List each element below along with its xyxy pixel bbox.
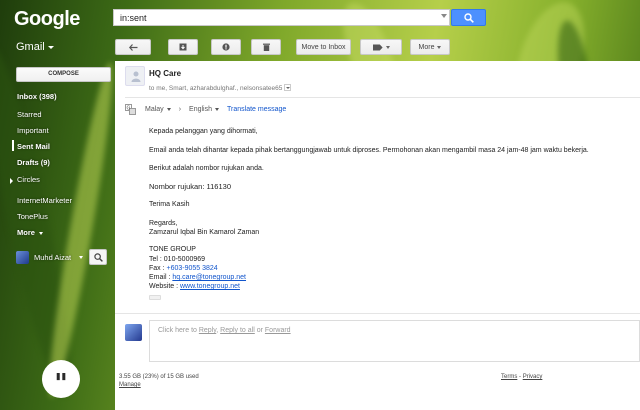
manage-storage-link[interactable]: Manage [119,382,141,388]
reply-sep-2: or [254,327,265,334]
more-actions-label: More [418,43,435,51]
email-label: Email : [149,274,173,281]
body-paragraph-2: Berikut adalah nombor rujukan anda. [149,165,264,172]
sender-name[interactable]: HQ Care [149,69,181,78]
back-button[interactable] [115,39,151,55]
sidebar-item-circles[interactable]: Circles [17,175,40,184]
storage-quota: 3.55 GB (23%) of 15 GB used [119,374,199,380]
translate-bar: G Malay › English Translate message [125,104,286,115]
sidebar-more-label: More [17,228,35,237]
reply-box[interactable]: Click here to Reply, Reply to all or For… [149,320,640,362]
chevron-down-icon [385,45,390,49]
reply-link[interactable]: Reply [199,327,216,334]
sidebar-item-starred[interactable]: Starred [17,110,42,119]
target-language-label: English [189,106,212,113]
body-greeting: Kepada pelanggan yang dihormati, [149,128,258,135]
search-icon [464,13,474,23]
chevron-down-icon [39,231,44,235]
archive-icon [179,43,187,51]
search-button[interactable] [451,9,486,26]
body-paragraph-1: Email anda telah dihantar kepada pihak b… [149,147,589,154]
labels-button[interactable] [360,39,402,55]
gmail-app-menu[interactable]: Gmail [16,41,54,53]
label-tag-icon [372,44,383,50]
reference-number: Nombor rujukan: 116130 [149,182,231,191]
user-name[interactable]: Muhd Aizat [34,253,71,262]
sidebar-item-toneplus[interactable]: TonePlus [17,212,48,221]
source-language-label: Malay [145,106,164,113]
gmail-label: Gmail [16,41,45,53]
signature-website: Website : www.tonegroup.net [149,282,240,292]
show-details-icon[interactable] [284,84,292,91]
target-language-select[interactable]: English [189,106,219,113]
search-people-button[interactable] [89,249,107,265]
website-link[interactable]: www.tonegroup.net [180,283,240,290]
translate-message-link[interactable]: Translate message [227,106,286,113]
arrow-right-glyph: › [178,106,182,113]
selected-indicator [12,140,14,151]
quote-glyph: " [54,369,68,399]
sidebar-item-drafts[interactable]: Drafts (9) [17,158,50,167]
reply-area: Click here to Reply, Reply to all or For… [115,313,640,368]
chevron-down-icon [47,45,54,49]
more-actions-button[interactable]: More [410,39,450,55]
footer-links: Terms - Privacy [501,374,542,380]
translate-icon: G [125,104,136,115]
privacy-link[interactable]: Privacy [523,374,543,380]
search-input[interactable] [113,9,450,26]
expand-arrow-icon[interactable] [10,178,13,184]
recipients-text: to me, Smart, azharabdulghaf., nelsonsat… [149,85,283,92]
fax-number-link[interactable]: +603-9055 3824 [167,265,218,272]
sidebar-item-internetmarketer[interactable]: InternetMarketer [17,196,72,205]
reply-prefix: Click here to [158,327,199,334]
chevron-down-icon [215,107,219,111]
terms-link[interactable]: Terms [501,374,517,380]
trash-icon [262,43,270,51]
chevron-down-icon[interactable] [79,256,83,259]
chevron-down-icon [437,45,442,49]
search-icon [94,253,103,262]
chevron-down-icon [166,107,171,111]
move-to-inbox-button[interactable]: Move to Inbox [296,39,351,55]
sidebar-item-inbox[interactable]: Inbox (398) [17,92,57,101]
sender-avatar [125,66,145,86]
person-icon [131,71,141,82]
source-language-select[interactable]: Malay [145,106,171,113]
delete-button[interactable] [251,39,281,55]
user-avatar [125,324,142,341]
divider [125,97,640,98]
archive-button[interactable] [168,39,198,55]
report-spam-button[interactable] [211,39,241,55]
signer-name: Zamzarul Iqbal Bin Kamarol Zaman [149,229,260,236]
sidebar-item-more[interactable]: More [17,228,44,237]
reply-all-link[interactable]: Reply to all [220,327,255,334]
svg-text:G: G [127,106,131,112]
google-logo[interactable]: Google [14,8,80,31]
compose-button[interactable]: COMPOSE [16,67,111,82]
forward-link[interactable]: Forward [265,327,291,334]
sidebar-item-sent-mail[interactable]: Sent Mail [17,142,50,151]
email-link[interactable]: hq.care@tonegroup.net [172,274,246,281]
search-options-caret-icon[interactable] [441,14,447,18]
background-grass [40,60,122,400]
hangouts-icon[interactable]: " [42,360,80,398]
message-panel: HQ Care to me, Smart, azharabdulghaf., n… [115,61,640,410]
sidebar-item-important[interactable]: Important [17,126,49,135]
fax-label: Fax : [149,265,167,272]
show-trimmed-content-button[interactable] [149,295,161,300]
recipients-line[interactable]: to me, Smart, azharabdulghaf., nelsonsat… [149,83,292,92]
company-name: TONE GROUP [149,246,196,253]
report-spam-icon [222,43,230,51]
body-thanks: Terima Kasih [149,201,190,208]
arrow-left-icon [128,43,137,51]
website-label: Website : [149,283,180,290]
user-avatar[interactable] [16,251,29,264]
